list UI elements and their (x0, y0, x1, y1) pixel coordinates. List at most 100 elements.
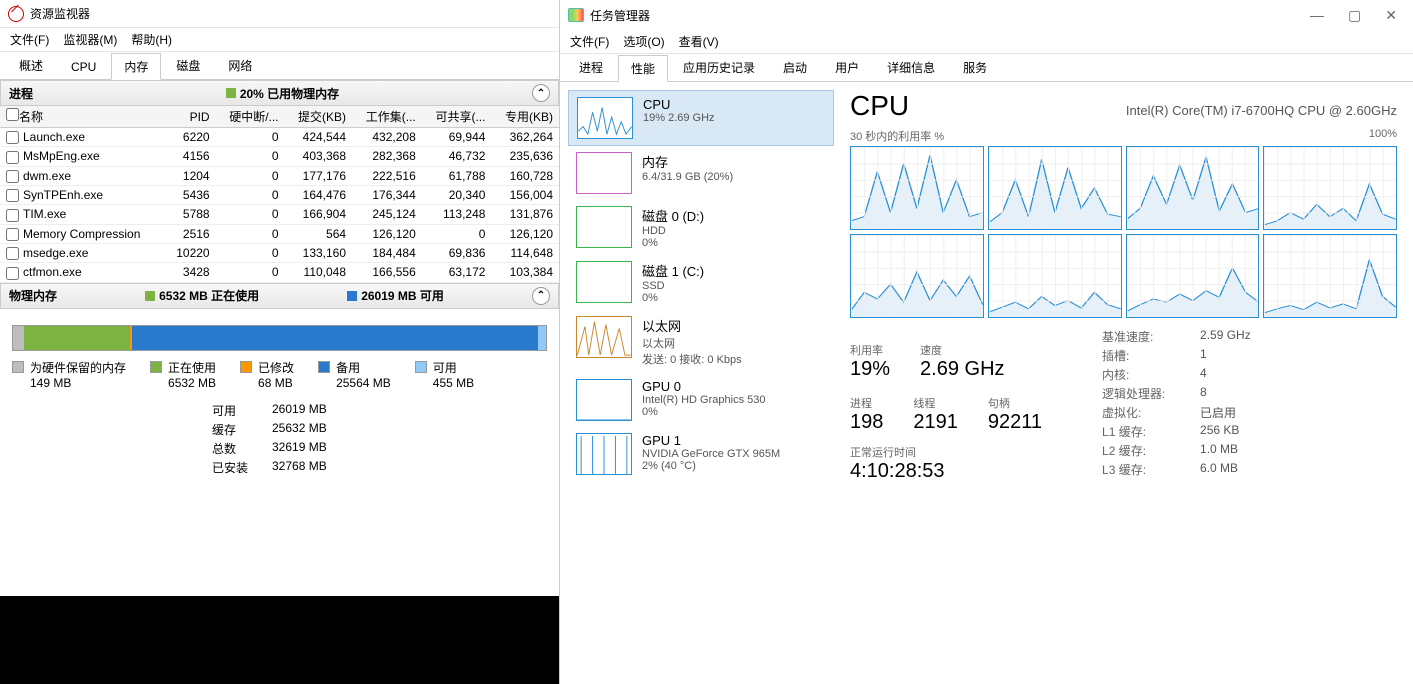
core-graph-0 (850, 146, 984, 230)
perf-sidebar: CPU19% 2.69 GHz 内存6.4/31.9 GB (20%) 磁盘 0… (560, 82, 834, 684)
collapse-icon[interactable]: ⌃ (532, 84, 550, 102)
process-table: 名称 PID 硬中断/... 提交(KB) 工作集(... 可共享(... 专用(KB) L… (0, 106, 559, 283)
resmon-menubar: 文件(F) 监视器(M) 帮助(H) (0, 28, 559, 52)
tab-memory[interactable]: 内存 (111, 53, 161, 80)
menu-monitor[interactable]: 监视器(M) (63, 31, 117, 48)
collapse-icon[interactable]: ⌃ (532, 287, 550, 305)
sidebar-item-mem[interactable]: 内存6.4/31.9 GB (20%) (568, 146, 834, 200)
table-row[interactable]: SynTPEnh.exe54360164,476176,34420,340156… (0, 185, 559, 204)
column-header[interactable]: 工作集(... (366, 110, 416, 124)
cpu-core-grid[interactable] (850, 146, 1397, 318)
menu-file[interactable]: 文件(F) (570, 33, 609, 50)
row-checkbox[interactable] (6, 189, 19, 202)
table-row[interactable]: Launch.exe62200424,544432,20869,944362,2… (0, 128, 559, 147)
legend-item: 备用25564 MB (318, 359, 391, 390)
resmon-title: 资源监视器 (30, 5, 90, 22)
column-header[interactable]: 名称 (19, 110, 43, 124)
table-row[interactable]: ctfmon.exe34280110,048166,55663,172103,3… (0, 263, 559, 282)
cpu-specs: 基准速度:2.59 GHz插槽:1内核:4逻辑处理器:8虚拟化:已启用L1 缓存… (1102, 328, 1300, 478)
core-graph-7 (1263, 234, 1397, 318)
core-graph-2 (1126, 146, 1260, 230)
usage-chip-icon (226, 88, 236, 98)
memory-stats: 可用26019 MB缓存25632 MB总数32619 MB已安装32768 M… (212, 402, 547, 476)
thumb-icon (576, 206, 632, 248)
menu-help[interactable]: 帮助(H) (131, 31, 172, 48)
swatch-icon (240, 361, 252, 373)
swatch-icon (150, 361, 162, 373)
select-all-checkbox[interactable] (6, 108, 19, 121)
row-checkbox[interactable] (6, 170, 19, 183)
tab-overview[interactable]: 概述 (6, 52, 56, 79)
uptime-label: 正常运行时间 (850, 444, 1042, 460)
column-header[interactable]: 提交(KB) (298, 110, 346, 124)
menu-file[interactable]: 文件(F) (10, 31, 49, 48)
core-graph-6 (1126, 234, 1260, 318)
sidebar-item-disk1[interactable]: 磁盘 1 (C:)SSD0% (568, 255, 834, 310)
tab-cpu[interactable]: CPU (58, 55, 109, 79)
tab-服务[interactable]: 服务 (950, 54, 1000, 81)
thumb-icon (576, 433, 632, 475)
legend-item: 为硬件保留的内存149 MB (12, 359, 126, 390)
table-row[interactable]: MsMpEng.exe41560403,368282,36846,732235,… (0, 147, 559, 166)
tab-性能[interactable]: 性能 (618, 55, 668, 82)
memory-bar (12, 325, 547, 351)
memory-legend: 为硬件保留的内存149 MB 正在使用6532 MB 已修改68 MB 备用25564… (12, 359, 547, 390)
column-header[interactable]: 硬中断/... (229, 110, 278, 124)
thumb-icon (576, 261, 632, 303)
taskmgr-menubar: 文件(F) 选项(O) 查看(V) (560, 30, 1413, 54)
table-row[interactable]: dwm.exe12040177,176222,51661,788160,728 (0, 166, 559, 185)
row-checkbox[interactable] (6, 209, 19, 222)
cpu-heading: CPU (850, 90, 909, 122)
tab-详细信息[interactable]: 详细信息 (874, 54, 948, 81)
cpu-panel: CPU Intel(R) Core(TM) i7-6700HQ CPU @ 2.… (834, 82, 1413, 684)
legend-item: 正在使用6532 MB (150, 359, 216, 390)
sidebar-item-disk0[interactable]: 磁盘 0 (D:)HDD0% (568, 200, 834, 255)
core-graph-4 (850, 234, 984, 318)
minimize-button[interactable]: — (1310, 7, 1324, 24)
legend-item: 已修改68 MB (240, 359, 294, 390)
menu-view[interactable]: 查看(V) (679, 33, 719, 50)
inuse-chip-icon (145, 291, 155, 301)
resmon-tabs: 概述 CPU 内存 磁盘 网络 (0, 52, 559, 80)
column-header[interactable]: 专用(KB) (505, 110, 553, 124)
tab-disk[interactable]: 磁盘 (163, 52, 213, 79)
row-checkbox[interactable] (6, 151, 19, 164)
avail-chip-icon (347, 291, 357, 301)
row-checkbox[interactable] (6, 228, 19, 241)
menu-options[interactable]: 选项(O) (623, 33, 664, 50)
black-strip (0, 596, 559, 684)
close-button[interactable]: ✕ (1385, 7, 1397, 24)
taskmgr-app-icon (568, 8, 584, 22)
sidebar-item-cpu[interactable]: CPU19% 2.69 GHz (568, 90, 834, 146)
row-checkbox[interactable] (6, 247, 19, 260)
processes-header[interactable]: 进程 20% 已用物理内存 ⌃ (0, 80, 559, 106)
resmon-titlebar: 资源监视器 (0, 0, 559, 28)
core-graph-1 (988, 146, 1122, 230)
stat-利用率: 利用率19% (850, 342, 890, 381)
thumb-icon (576, 316, 632, 358)
column-header[interactable]: PID (190, 110, 210, 124)
tab-network[interactable]: 网络 (215, 52, 265, 79)
memory-section: 为硬件保留的内存149 MB 正在使用6532 MB 已修改68 MB 备用25564… (0, 309, 559, 484)
graph-label: 30 秒内的利用率 % (850, 128, 944, 144)
tab-用户[interactable]: 用户 (822, 54, 872, 81)
physmem-header[interactable]: 物理内存 6532 MB 正在使用 26019 MB 可用 ⌃ (0, 283, 559, 309)
table-row[interactable]: TIM.exe57880166,904245,124113,248131,876 (0, 205, 559, 224)
row-checkbox[interactable] (6, 131, 19, 144)
tab-启动[interactable]: 启动 (770, 54, 820, 81)
maximize-button[interactable]: ▢ (1348, 7, 1361, 24)
sidebar-item-gpu0[interactable]: GPU 0Intel(R) HD Graphics 5300% (568, 373, 834, 427)
sidebar-item-eth[interactable]: 以太网以太网发送: 0 接收: 0 Kbps (568, 310, 834, 373)
tab-应用历史记录[interactable]: 应用历史记录 (670, 54, 768, 81)
row-checkbox[interactable] (6, 267, 19, 280)
table-row[interactable]: msedge.exe102200133,160184,48469,836114,… (0, 243, 559, 262)
task-manager-window: 任务管理器 — ▢ ✕ 文件(F) 选项(O) 查看(V) 进程性能应用历史记录… (560, 0, 1413, 684)
physmem-avail: 26019 MB 可用 (361, 287, 444, 304)
core-graph-5 (988, 234, 1122, 318)
table-row[interactable]: Memory Compression25160564126,1200126,12… (0, 224, 559, 243)
legend-item: 可用455 MB (415, 359, 474, 390)
column-header[interactable]: 可共享(... (435, 110, 485, 124)
tab-进程[interactable]: 进程 (566, 54, 616, 81)
sidebar-item-gpu1[interactable]: GPU 1NVIDIA GeForce GTX 965M2% (40 °C) (568, 427, 834, 481)
window-controls: — ▢ ✕ (1310, 7, 1405, 24)
